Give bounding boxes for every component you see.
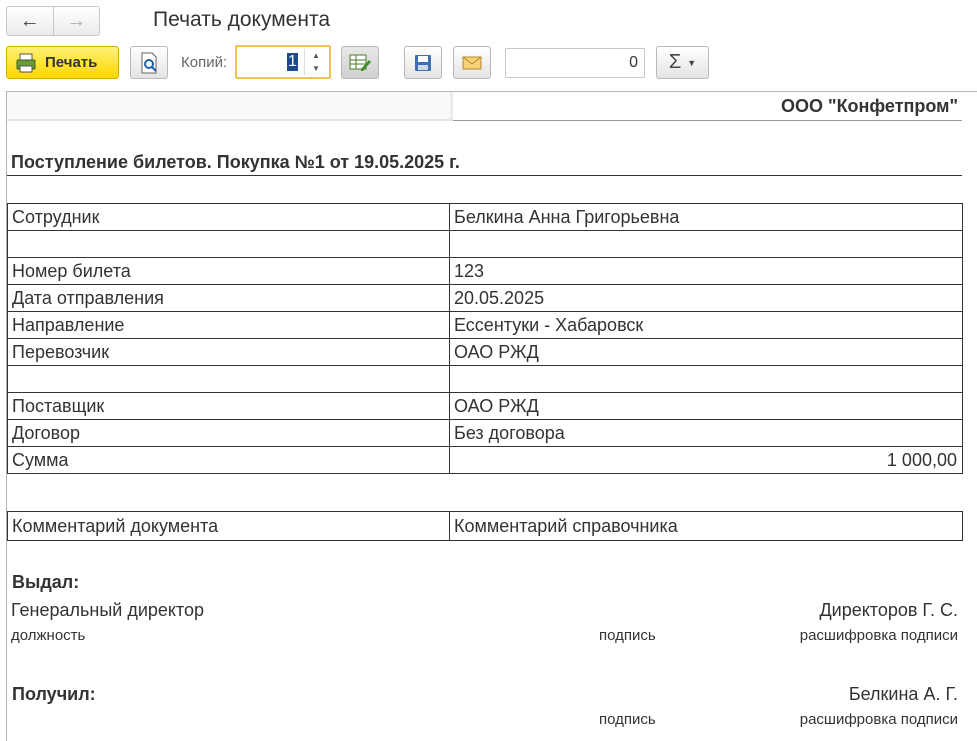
back-arrow-icon[interactable]: ← [7,7,53,35]
preview-button[interactable] [130,46,168,79]
signature-caption: подпись [599,711,656,728]
envelope-icon [462,56,482,69]
row-label[interactable]: Перевозчик [7,338,450,366]
row-label[interactable] [7,230,450,258]
table-row: Комментарий документа Комментарий справо… [7,511,963,541]
spin-down-icon[interactable]: ▼ [312,64,320,73]
signature-decode-caption: расшифровка подписи [799,711,958,728]
table-row: Сотрудник Белкина Анна Григорьевна [7,203,963,231]
row-value[interactable]: ОАО РЖД [449,392,963,420]
issued-heading: Выдал: [12,572,80,592]
table-row: Поставщик ОАО РЖД [7,392,963,420]
table-edit-icon [349,54,371,71]
sum-field[interactable]: 0 [505,48,645,78]
row-label[interactable]: Сотрудник [7,203,450,231]
document-title: Поступление билетов. Покупка №1 от 19.05… [11,152,460,172]
title-underline [7,175,962,176]
nav-group: ← → [6,6,100,36]
received-heading: Получил: [12,684,96,704]
table-row: Сумма 1 000,00 [7,446,963,474]
received-name: Белкина А. Г. [848,684,958,704]
document-comment-cell[interactable]: Комментарий документа [7,511,450,541]
reference-comment-cell[interactable]: Комментарий справочника [449,511,963,541]
print-button[interactable]: Печать [6,46,119,79]
row-value[interactable]: Белкина Анна Григорьевна [449,203,963,231]
table-row: Направление Ессентуки - Хабаровск [7,311,963,339]
row-label[interactable]: Номер билета [7,257,450,285]
row-label[interactable]: Поставщик [7,392,450,420]
floppy-disk-icon [415,54,431,71]
printer-icon [16,53,36,72]
edit-toggle-button[interactable] [341,46,379,79]
position-caption: должность [11,627,86,644]
issued-position: Генеральный директор [11,600,205,620]
table-row [7,230,963,258]
row-value[interactable]: ОАО РЖД [449,338,963,366]
row-value[interactable]: 123 [449,257,963,285]
table-row [7,365,963,393]
table-row: Номер билета 123 [7,257,963,285]
copies-label: Копий: [181,54,228,71]
row-value[interactable] [449,365,963,393]
copies-value: 1 [287,53,298,71]
print-button-label: Печать [45,54,98,71]
row-label[interactable]: Дата отправления [7,284,450,312]
send-email-button[interactable] [453,46,491,79]
save-button[interactable] [404,46,442,79]
copies-input[interactable]: 1 ▲ ▼ [235,45,331,79]
row-value[interactable]: Без договора [449,419,963,447]
table-row: Дата отправления 20.05.2025 [7,284,963,312]
sum-menu-button[interactable]: Σ ▼ [656,46,709,79]
page-magnifier-icon [141,52,157,73]
organization-underline [453,120,962,121]
header-shade [7,92,453,121]
table-row: Перевозчик ОАО РЖД [7,338,963,366]
ticket-details-table: Сотрудник Белкина Анна Григорьевна Номер … [7,203,963,474]
chevron-down-icon: ▼ [687,57,697,68]
row-value[interactable]: 1 000,00 [449,446,963,474]
spin-up-icon[interactable]: ▲ [312,51,320,60]
copies-spinner[interactable]: ▲ ▼ [304,49,327,75]
row-value[interactable] [449,230,963,258]
table-row: Договор Без договора [7,419,963,447]
signature-decode-caption: расшифровка подписи [799,627,958,644]
window-title: Печать документа [153,8,331,31]
issued-name: Директоров Г. С. [819,600,958,620]
row-value[interactable]: 20.05.2025 [449,284,963,312]
row-label[interactable]: Договор [7,419,450,447]
comment-table: Комментарий документа Комментарий справо… [7,511,963,541]
row-label[interactable] [7,365,450,393]
row-label[interactable]: Направление [7,311,450,339]
row-value[interactable]: Ессентуки - Хабаровск [449,311,963,339]
row-label[interactable]: Сумма [7,446,450,474]
forward-arrow-icon[interactable]: → [52,7,100,35]
organization-name: ООО "Конфетпром" [781,96,958,116]
signature-caption: подпись [599,627,656,644]
sigma-icon: Σ [668,51,682,73]
